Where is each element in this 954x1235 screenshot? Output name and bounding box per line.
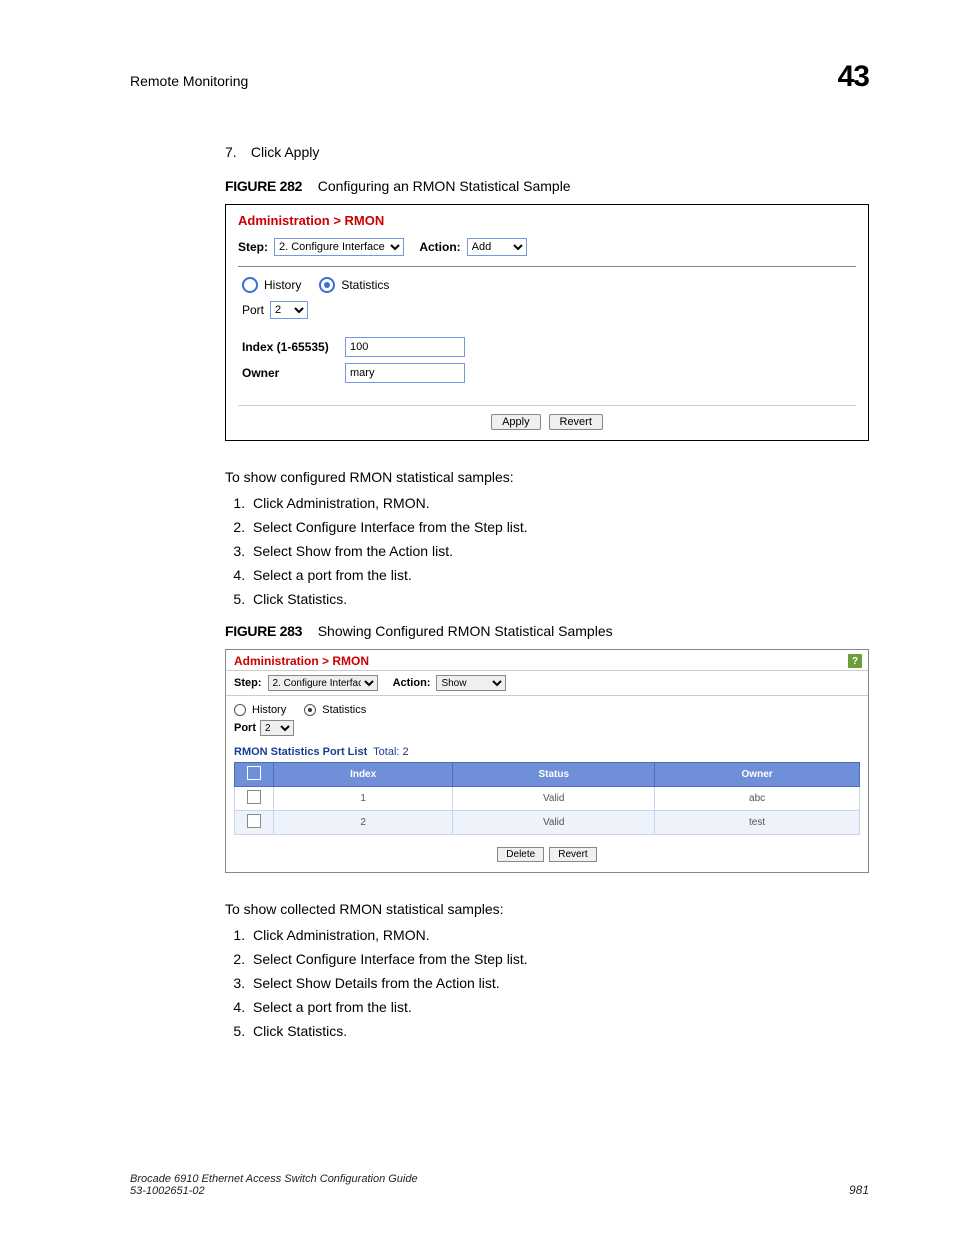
step-item: Click Statistics.	[249, 591, 869, 607]
step-item: Click Administration, RMON.	[249, 495, 869, 511]
chapter-number: 43	[838, 60, 869, 94]
step-item: Select a port from the list.	[249, 999, 869, 1015]
index-input[interactable]	[345, 337, 465, 357]
step-item: Select a port from the list.	[249, 567, 869, 583]
statistics-radio[interactable]	[304, 704, 316, 716]
step-text: Click Apply	[251, 144, 319, 160]
row-checkbox[interactable]	[247, 814, 261, 828]
action-label: Action:	[393, 677, 431, 689]
row-checkbox[interactable]	[247, 790, 261, 804]
col-index: Index	[274, 763, 453, 787]
step-item: Select Configure Interface from the Step…	[249, 519, 869, 535]
total-label: Total:	[373, 746, 399, 758]
steps-list-2: Click Administration, RMON. Select Confi…	[225, 927, 869, 1039]
port-select[interactable]: 2	[260, 720, 294, 736]
list-label: RMON Statistics Port List	[234, 746, 367, 758]
paragraph: To show configured RMON statistical samp…	[225, 469, 869, 485]
revert-button[interactable]: Revert	[549, 847, 596, 862]
apply-button[interactable]: Apply	[491, 414, 541, 430]
cell-status: Valid	[453, 787, 655, 811]
step-item: Click Administration, RMON.	[249, 927, 869, 943]
table-row: 2 Valid test	[235, 811, 860, 835]
page-number: 981	[849, 1183, 869, 1197]
col-status: Status	[453, 763, 655, 787]
paragraph: To show collected RMON statistical sampl…	[225, 901, 869, 917]
statistics-radio[interactable]	[319, 277, 335, 293]
total-value: 2	[403, 746, 409, 758]
statistics-table: Index Status Owner 1 Valid abc 2 Valid t…	[234, 762, 860, 835]
step-item: Select Show Details from the Action list…	[249, 975, 869, 991]
statistics-radio-label: Statistics	[341, 278, 389, 292]
step-label: Step:	[234, 677, 262, 689]
step-select[interactable]: 2. Configure Interface	[268, 675, 378, 691]
statistics-radio-label: Statistics	[322, 704, 366, 716]
section-title: Remote Monitoring	[130, 73, 248, 89]
footer-left: Brocade 6910 Ethernet Access Switch Conf…	[130, 1173, 418, 1197]
port-label: Port	[234, 722, 256, 734]
breadcrumb: Administration > RMON	[234, 654, 369, 668]
step-label: Step:	[238, 240, 268, 254]
index-label: Index (1-65535)	[242, 340, 337, 354]
cell-index: 2	[274, 811, 453, 835]
breadcrumb: Administration > RMON	[226, 205, 868, 234]
figure-282-panel: Administration > RMON Step: 2. Configure…	[225, 204, 869, 441]
delete-button[interactable]: Delete	[497, 847, 544, 862]
help-icon[interactable]: ?	[848, 654, 862, 668]
cell-owner: abc	[655, 787, 860, 811]
history-radio-label: History	[264, 278, 301, 292]
figure-label: FIGURE 282	[225, 178, 302, 194]
cell-status: Valid	[453, 811, 655, 835]
cell-owner: test	[655, 811, 860, 835]
action-select[interactable]: Add	[467, 238, 527, 256]
figure-caption-text: Configuring an RMON Statistical Sample	[318, 178, 571, 194]
action-label: Action:	[419, 240, 460, 254]
figure-caption-text: Showing Configured RMON Statistical Samp…	[318, 623, 613, 639]
action-select[interactable]: Show	[436, 675, 506, 691]
step-item: Click Statistics.	[249, 1023, 869, 1039]
step-item: Select Show from the Action list.	[249, 543, 869, 559]
history-radio[interactable]	[234, 704, 246, 716]
footer-title: Brocade 6910 Ethernet Access Switch Conf…	[130, 1173, 418, 1185]
steps-list-1: Click Administration, RMON. Select Confi…	[225, 495, 869, 607]
history-radio[interactable]	[242, 277, 258, 293]
table-row: 1 Valid abc	[235, 787, 860, 811]
port-label: Port	[242, 303, 264, 317]
figure-label: FIGURE 283	[225, 623, 302, 639]
select-all-header[interactable]	[235, 763, 274, 787]
step-item: Select Configure Interface from the Step…	[249, 951, 869, 967]
col-owner: Owner	[655, 763, 860, 787]
cell-index: 1	[274, 787, 453, 811]
port-select[interactable]: 2	[270, 301, 308, 319]
revert-button[interactable]: Revert	[549, 414, 603, 430]
owner-label: Owner	[242, 366, 337, 380]
figure-283-panel: Administration > RMON ? Step: 2. Configu…	[225, 649, 869, 873]
footer-docid: 53-1002651-02	[130, 1185, 418, 1197]
step-select[interactable]: 2. Configure Interface	[274, 238, 404, 256]
step-number: 7.	[225, 144, 247, 160]
owner-input[interactable]	[345, 363, 465, 383]
history-radio-label: History	[252, 704, 286, 716]
